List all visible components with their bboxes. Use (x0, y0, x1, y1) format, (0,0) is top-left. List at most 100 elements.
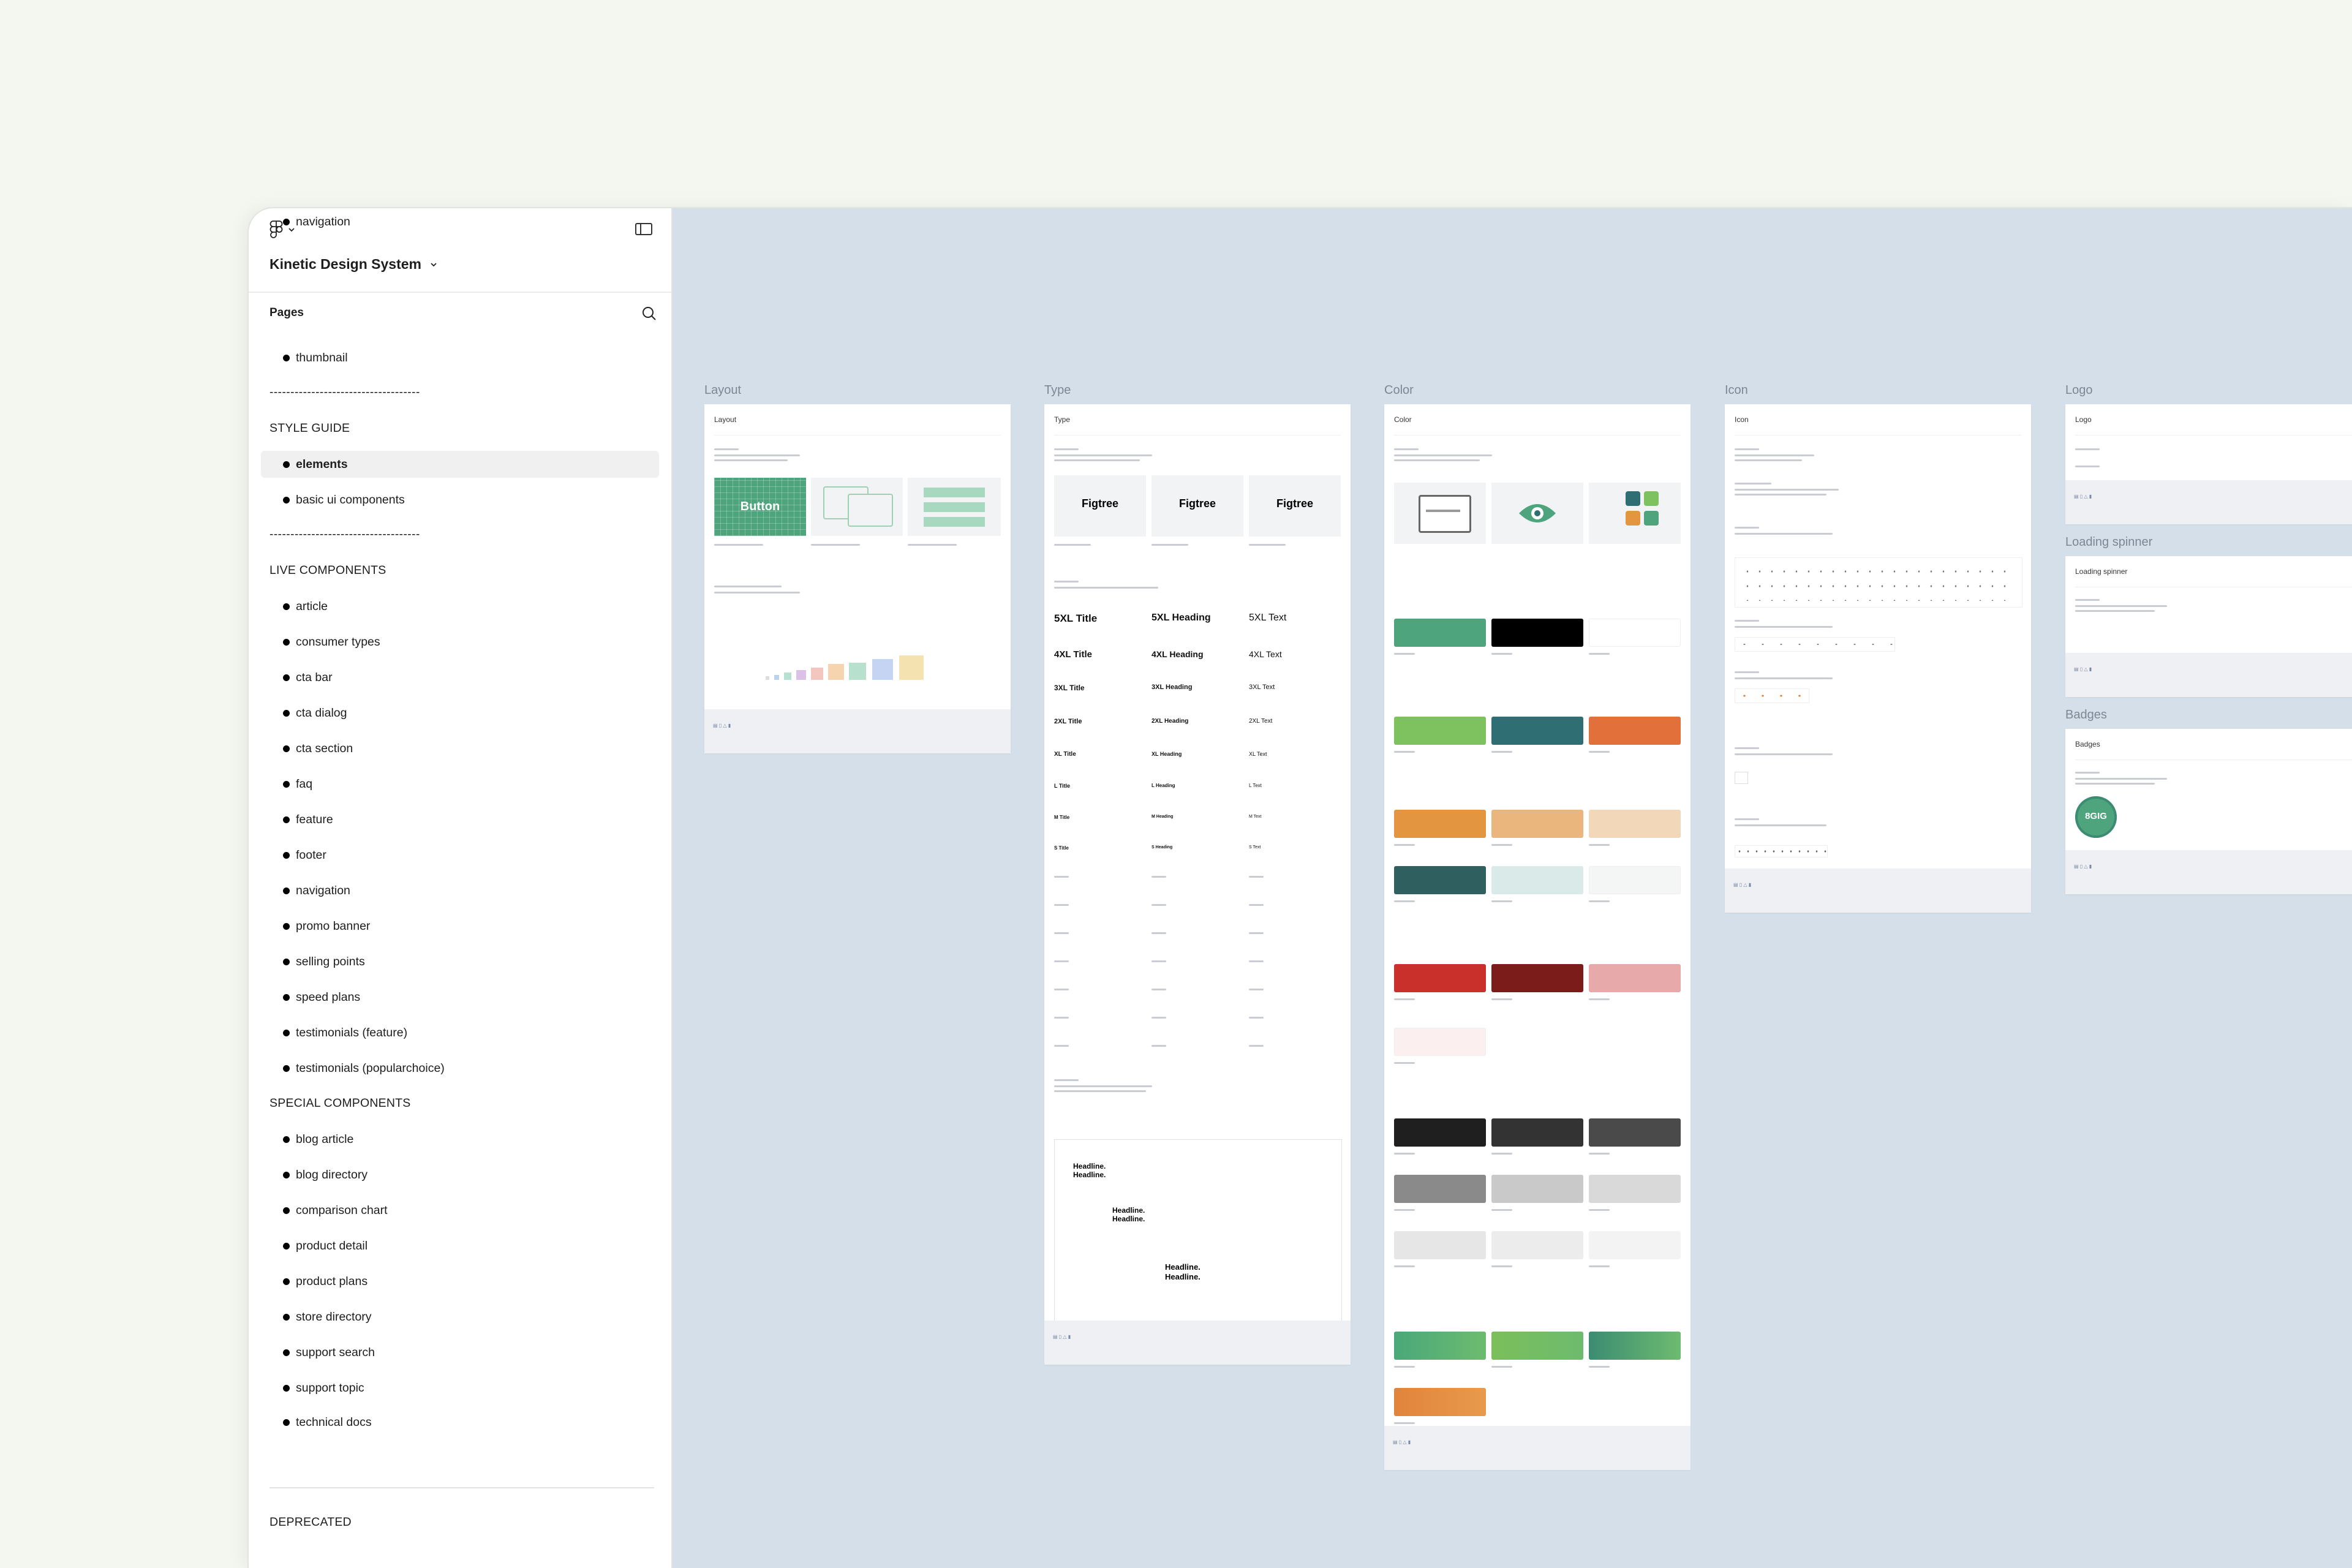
frame-label-spinner[interactable]: Loading spinner (2065, 535, 2152, 549)
page-item-promo-banner[interactable]: promo banner (261, 913, 659, 940)
page-item-label: cta dialog (296, 706, 347, 720)
color-swatch (1491, 619, 1583, 647)
bullet-icon (283, 1313, 290, 1321)
page-item-label: faq (296, 777, 313, 791)
page-item-label: testimonials (feature) (296, 1025, 408, 1039)
frame-color[interactable]: Color ▤ ▯ △ ▮ (1384, 404, 1691, 1470)
page-item-product-detail[interactable]: product detail (261, 1232, 659, 1259)
bullet-icon (283, 1349, 290, 1356)
color-swatch (1394, 717, 1486, 745)
frame-title: Loading spinner (2075, 567, 2128, 576)
frame-label-layout[interactable]: Layout (704, 383, 741, 398)
page-item-product-plans[interactable]: product plans (261, 1268, 659, 1295)
page-item-testimonials-feature-[interactable]: testimonials (feature) (261, 1019, 659, 1046)
page-item-thumbnail[interactable]: thumbnail (261, 344, 659, 371)
color-swatch (1491, 1175, 1583, 1203)
type-scale-sample: M Heading (1152, 815, 1174, 819)
design-canvas[interactable]: Layout Layout Button ▤ ▯ △ ▮ Type Type F… (673, 208, 2352, 1568)
page-item-label: elements (296, 457, 348, 471)
page-divider[interactable]: ------------------------------------ (270, 386, 420, 399)
frame-icon[interactable]: Icon ▤ ▯ △ ▮ (1725, 404, 2031, 913)
page-item-store-directory[interactable]: store directory (261, 1303, 659, 1330)
file-title: Kinetic Design System (270, 256, 421, 272)
layers-sidebar: Kinetic Design System Pages thumbnail ---… (249, 208, 673, 1568)
bullet-icon (283, 674, 290, 681)
color-swatch (1394, 619, 1486, 647)
page-item-label: cta bar (296, 670, 333, 684)
frame-type[interactable]: Type Figtree Figtree Figtree 5XL Title 5X… (1044, 404, 1351, 1365)
color-swatch (1589, 866, 1681, 894)
headline-sample-box: Headline. Headline. Headline. Headline. … (1054, 1139, 1342, 1322)
frame-logo[interactable]: Logo ▤ ▯ △ ▮ (2065, 404, 2352, 524)
page-item-navigation[interactable]: navigation (261, 208, 659, 235)
page-item-comparison-chart[interactable]: comparison chart (261, 1197, 659, 1224)
page-item-navigation[interactable]: navigation (261, 877, 659, 904)
type-scale-sample: 3XL Title (1054, 684, 1085, 692)
page-item-label: product detail (296, 1238, 368, 1253)
page-item-support-search[interactable]: support search (261, 1339, 659, 1366)
page-item-blog-article[interactable]: blog article (261, 1126, 659, 1153)
frame-label-badges[interactable]: Badges (2065, 708, 2107, 722)
file-title-button[interactable]: Kinetic Design System (270, 256, 437, 273)
page-item-elements[interactable]: elements (261, 451, 659, 478)
bullet-icon (283, 745, 290, 752)
font-card-label: Figtree (1081, 497, 1118, 510)
color-swatch (1491, 964, 1583, 992)
page-item-label: store directory (296, 1310, 372, 1324)
color-swatch (1491, 1332, 1583, 1360)
bullet-icon (283, 1384, 290, 1392)
color-swatch (1394, 866, 1486, 894)
page-item-technical-docs[interactable]: technical docs (261, 1409, 659, 1436)
bullet-icon (283, 461, 290, 468)
frame-label-type[interactable]: Type (1044, 383, 1071, 398)
color-swatch (1491, 866, 1583, 894)
bullet-icon (283, 638, 290, 646)
frame-label-icon[interactable]: Icon (1725, 383, 1748, 398)
page-item-blog-directory[interactable]: blog directory (261, 1161, 659, 1188)
type-scale-sample: L Heading (1152, 783, 1175, 788)
divider (249, 292, 671, 293)
headline-sample: Headline. Headline. (1073, 1162, 1106, 1179)
page-item-testimonials-popularchoice-[interactable]: testimonials (popularchoice) (261, 1055, 659, 1082)
layout-responsive-card (811, 478, 903, 536)
frame-label-logo[interactable]: Logo (2065, 383, 2093, 398)
page-item-article[interactable]: article (261, 593, 659, 620)
color-swatch (1394, 1118, 1486, 1147)
page-section-header[interactable]: LIVE COMPONENTS (270, 564, 386, 578)
layout-grid-card: Button (714, 478, 806, 536)
search-icon[interactable] (641, 305, 658, 322)
pages-heading: Pages (270, 306, 304, 319)
page-section-header[interactable]: STYLE GUIDE (270, 421, 350, 435)
bullet-icon (283, 1029, 290, 1036)
page-section-header[interactable]: SPECIAL COMPONENTS (270, 1096, 410, 1110)
bullet-icon (283, 354, 290, 361)
page-item-label: product plans (296, 1274, 368, 1288)
bullet-icon (283, 887, 290, 894)
page-item-feature[interactable]: feature (261, 806, 659, 833)
color-swatch (1589, 717, 1681, 745)
frame-label-color[interactable]: Color (1384, 383, 1414, 398)
page-item-cta-section[interactable]: cta section (261, 735, 659, 762)
color-swatch (1394, 964, 1486, 992)
page-item-cta-dialog[interactable]: cta dialog (261, 699, 659, 726)
type-scale-sample: 5XL Title (1054, 612, 1098, 624)
frame-spinner[interactable]: Loading spinner ▤ ▯ △ ▮ (2065, 556, 2352, 697)
bullet-icon (283, 1136, 290, 1143)
page-item-support-topic[interactable]: support topic (261, 1374, 659, 1401)
page-item-footer[interactable]: footer (261, 842, 659, 869)
page-item-selling-points[interactable]: selling points (261, 948, 659, 975)
frame-title: Icon (1735, 415, 1749, 424)
page-item-cta-bar[interactable]: cta bar (261, 664, 659, 691)
frame-layout[interactable]: Layout Button ▤ ▯ △ ▮ (704, 404, 1011, 753)
page-item-speed-plans[interactable]: speed plans (261, 984, 659, 1011)
page-item-faq[interactable]: faq (261, 771, 659, 797)
bullet-icon (283, 496, 290, 503)
page-divider[interactable]: ------------------------------------ (270, 528, 420, 541)
page-item-label: blog directory (296, 1167, 368, 1182)
page-section-header[interactable]: DEPRECATED (270, 1515, 352, 1529)
layout-button-sample: Button (740, 500, 780, 513)
page-item-basic-ui-components[interactable]: basic ui components (261, 486, 659, 513)
frame-badges[interactable]: Badges 8GIG ▤ ▯ △ ▮ (2065, 729, 2352, 894)
frame-title: Color (1394, 415, 1412, 424)
page-item-consumer-types[interactable]: consumer types (261, 628, 659, 655)
